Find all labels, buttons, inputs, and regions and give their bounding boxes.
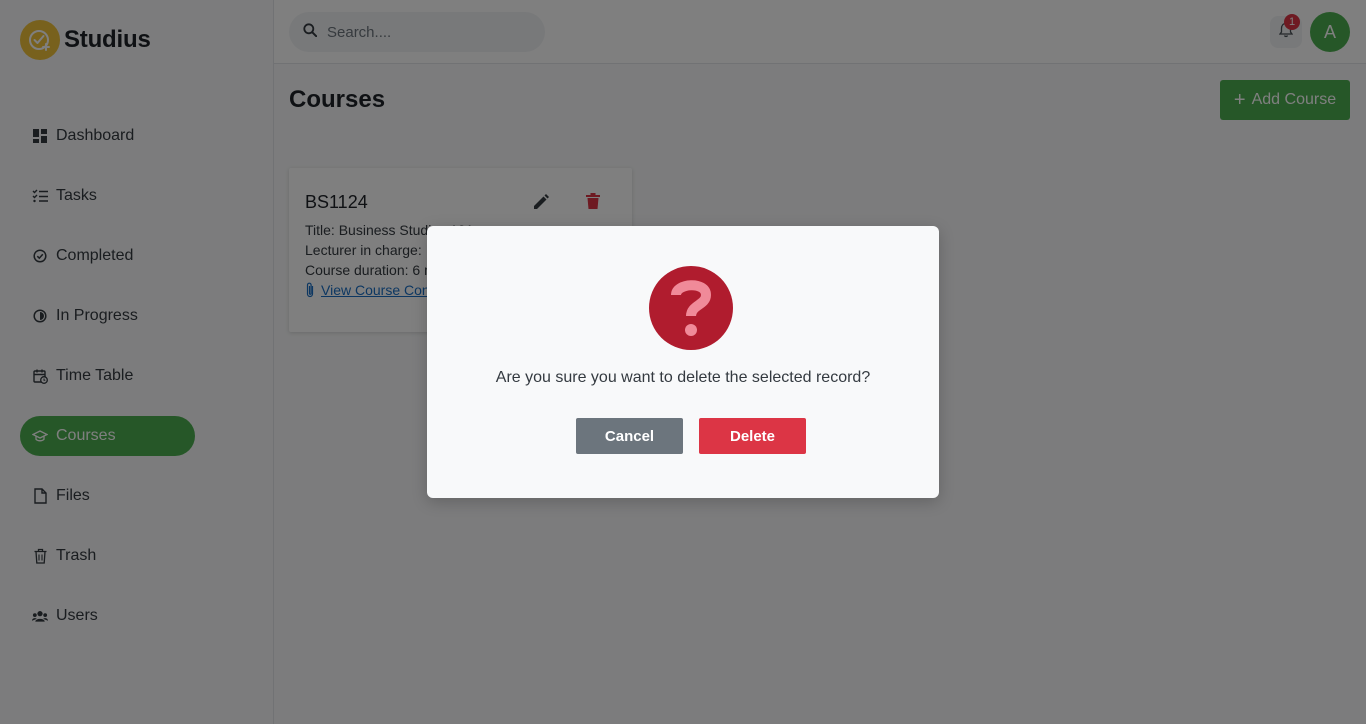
- question-icon: [649, 266, 733, 350]
- delete-button[interactable]: Delete: [699, 418, 806, 454]
- cancel-button[interactable]: Cancel: [576, 418, 683, 454]
- dialog-message: Are you sure you want to delete the sele…: [495, 369, 871, 386]
- delete-confirm-dialog: Are you sure you want to delete the sele…: [427, 226, 939, 498]
